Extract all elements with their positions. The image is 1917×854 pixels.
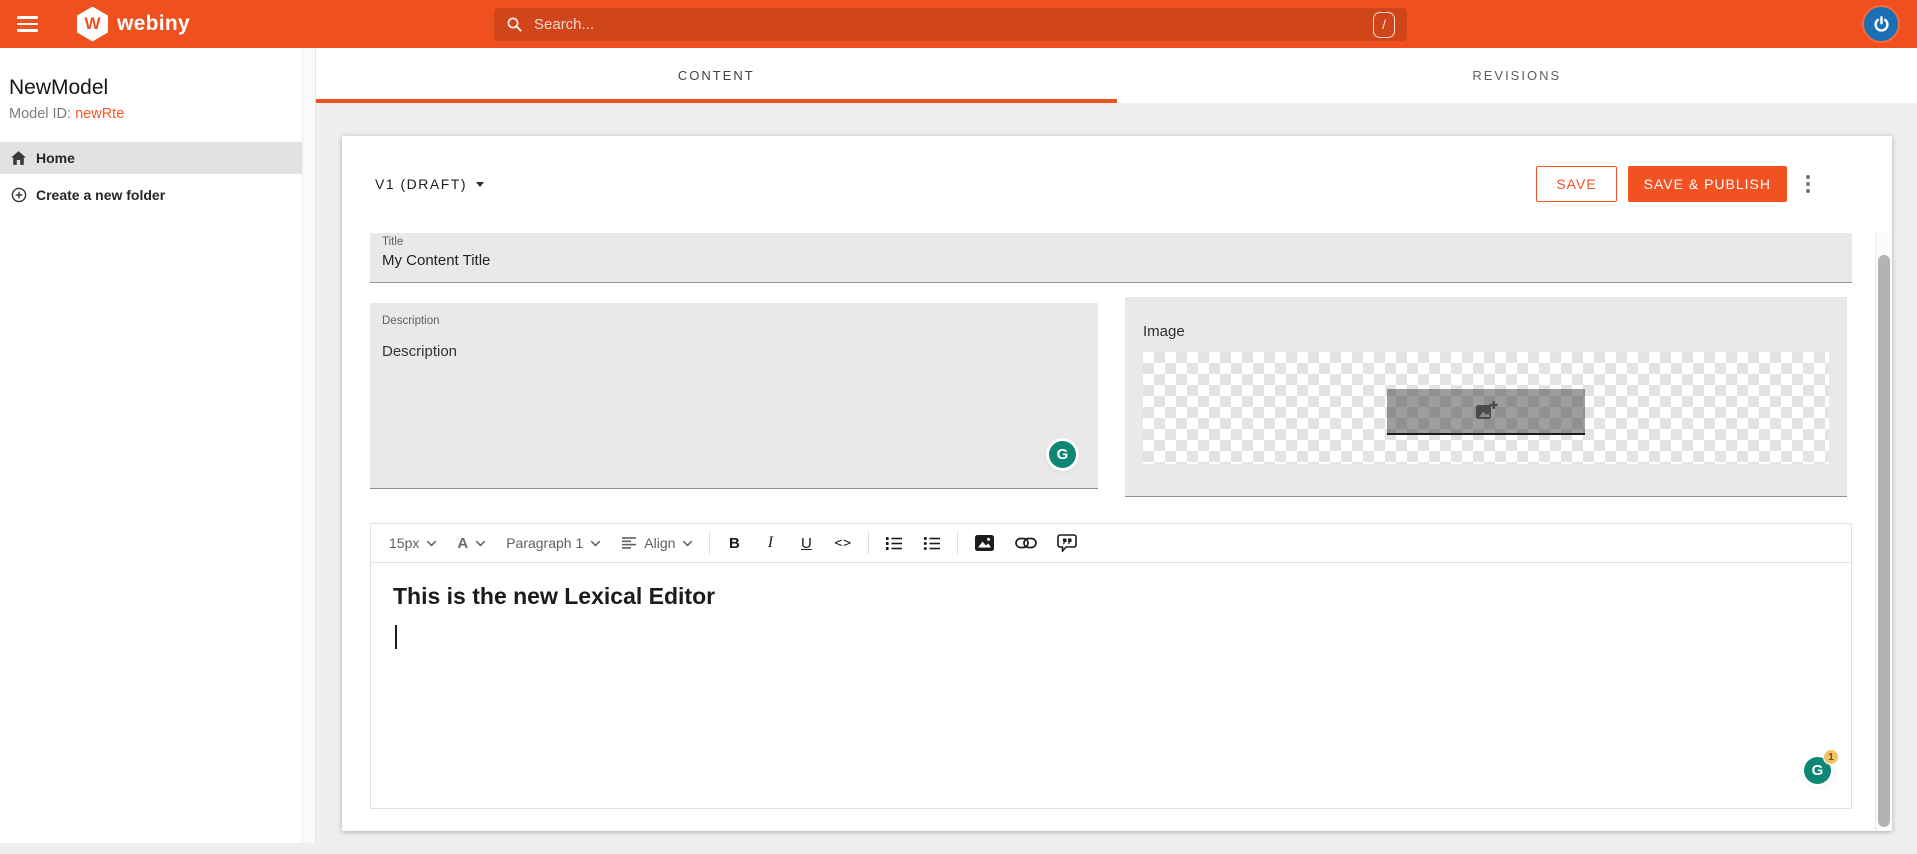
toolbar-divider <box>709 532 711 554</box>
menu-icon[interactable] <box>17 12 38 36</box>
font-color-dropdown[interactable]: A <box>447 523 496 563</box>
font-color-glyph: A <box>457 534 469 552</box>
user-avatar[interactable] <box>1864 7 1898 41</box>
caret-down-icon <box>476 181 484 187</box>
search-input[interactable] <box>534 16 1373 33</box>
power-icon <box>1873 15 1889 32</box>
quote-icon <box>1057 534 1077 552</box>
home-icon <box>10 150 27 167</box>
description-field[interactable]: Description Description G <box>370 303 1098 489</box>
chevron-down-icon <box>427 540 437 546</box>
content-tabs: CONTENT REVISIONS <box>316 48 1917 103</box>
sidebar-scrollbar-track[interactable] <box>302 48 316 843</box>
entry-editor-card: V1 (DRAFT) SAVE SAVE & PUBLISH Title My … <box>342 136 1892 831</box>
search-icon <box>507 17 522 32</box>
top-app-bar: W webiny / <box>0 0 1917 48</box>
paragraph-style-dropdown[interactable]: Paragraph 1 <box>496 523 611 563</box>
rte-content-area[interactable]: This is the new Lexical Editor G 1 <box>370 563 1852 809</box>
header-actions: SAVE SAVE & PUBLISH <box>1536 166 1818 202</box>
sidebar-item-label: Create a new folder <box>36 187 166 203</box>
underline-glyph: U <box>800 534 812 552</box>
image-field: Image <box>1125 297 1847 497</box>
shortcut-label: / <box>1382 17 1386 32</box>
description-field-placeholder: Description <box>382 343 458 360</box>
chevron-down-icon <box>475 540 486 546</box>
grammarly-icon[interactable]: G 1 <box>1804 749 1839 784</box>
bullet-list-button[interactable] <box>913 523 951 563</box>
webiny-hexagon-icon: W <box>77 6 108 42</box>
model-id-line: Model ID: newRte <box>9 106 302 122</box>
image-transparency-checkerboard <box>1143 352 1829 464</box>
numbered-list-icon <box>886 536 903 550</box>
align-left-icon <box>622 537 637 549</box>
numbered-list-button[interactable] <box>875 523 913 563</box>
bullet-list-icon <box>923 536 941 550</box>
code-button[interactable]: <> <box>824 523 862 563</box>
chevron-down-icon <box>683 540 693 546</box>
image-field-label: Image <box>1143 323 1185 340</box>
bold-button[interactable]: B <box>716 523 752 563</box>
active-tab-indicator <box>316 99 1117 103</box>
lexical-rich-text-editor: 15px A Paragraph 1 Align B I U <> This i… <box>370 523 1852 809</box>
description-field-label: Description <box>382 315 440 327</box>
toolbar-divider <box>868 532 870 554</box>
save-publish-button[interactable]: SAVE & PUBLISH <box>1627 166 1787 202</box>
search-bar[interactable]: / <box>494 8 1407 41</box>
tab-revisions[interactable]: REVISIONS <box>1117 48 1917 103</box>
align-label: Align <box>644 535 676 551</box>
insert-image-button[interactable] <box>964 523 1005 563</box>
model-title: NewModel <box>9 76 109 99</box>
insert-link-button[interactable] <box>1005 523 1047 563</box>
version-selector[interactable]: V1 (DRAFT) <box>375 176 484 192</box>
folder-tree: Home Create a new folder <box>0 142 302 211</box>
rte-heading-text: This is the new Lexical Editor <box>393 583 716 609</box>
bold-glyph: B <box>728 534 740 552</box>
title-field[interactable]: Title My Content Title <box>370 233 1852 283</box>
content-scrollbar-track[interactable] <box>1875 233 1892 831</box>
italic-button[interactable]: I <box>752 523 788 563</box>
rte-toolbar: 15px A Paragraph 1 Align B I U <> <box>370 523 1852 563</box>
grammarly-suggestion-badge: 1 <box>1823 749 1839 765</box>
add-image-icon <box>1476 401 1498 419</box>
title-field-label: Title <box>382 236 404 248</box>
logo-wordmark: webiny <box>117 12 190 35</box>
more-options-icon[interactable] <box>1798 166 1818 202</box>
sidebar-item-create-folder[interactable]: Create a new folder <box>0 179 302 211</box>
image-icon <box>975 535 995 551</box>
font-size-dropdown[interactable]: 15px <box>379 523 447 563</box>
toolbar-divider <box>957 532 959 554</box>
circle-plus-icon <box>10 187 27 204</box>
model-id-label: Model ID: <box>9 106 72 122</box>
search-shortcut-key: / <box>1373 11 1395 38</box>
code-glyph: <> <box>834 535 853 551</box>
underline-button[interactable]: U <box>788 523 824 563</box>
grammarly-icon[interactable]: G <box>1049 441 1076 468</box>
font-size-value: 15px <box>389 535 420 551</box>
link-icon <box>1015 537 1037 549</box>
tab-content[interactable]: CONTENT <box>316 48 1117 103</box>
align-dropdown[interactable]: Align <box>611 523 703 563</box>
italic-glyph: I <box>767 534 774 551</box>
version-label: V1 (DRAFT) <box>375 176 467 192</box>
chevron-down-icon <box>590 540 601 546</box>
save-button[interactable]: SAVE <box>1536 166 1617 202</box>
text-cursor <box>395 625 397 649</box>
paragraph-style-value: Paragraph 1 <box>506 535 584 551</box>
quote-button[interactable] <box>1047 523 1087 563</box>
sidebar-item-home[interactable]: Home <box>0 142 302 174</box>
tab-label: REVISIONS <box>1472 68 1562 83</box>
title-field-value: My Content Title <box>382 252 491 269</box>
image-upload-dropzone[interactable] <box>1387 389 1585 435</box>
model-id-value[interactable]: newRte <box>75 106 124 122</box>
tab-label: CONTENT <box>677 68 755 83</box>
sidebar: NewModel Model ID: newRte Home Create a … <box>0 48 302 843</box>
webiny-logo[interactable]: W webiny <box>77 6 190 42</box>
sidebar-item-label: Home <box>36 150 75 166</box>
logo-letter: W <box>84 14 101 33</box>
content-scrollbar-thumb[interactable] <box>1878 255 1890 827</box>
